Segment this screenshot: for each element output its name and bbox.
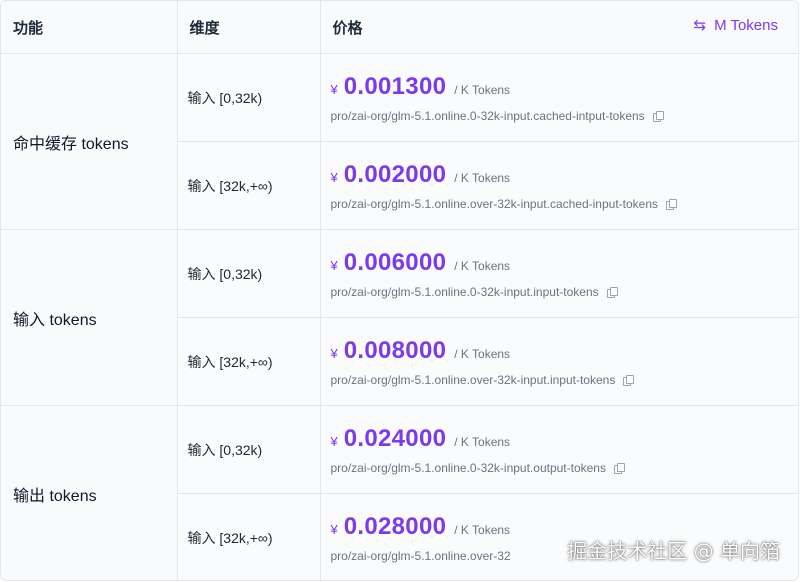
price-cell: ¥ 0.006000 / K Tokens pro/zai-org/glm-5.…: [320, 229, 798, 318]
table-header-row: 功能 维度 价格 ⇆ M Tokens: [1, 1, 798, 54]
dimension-cell: 输入 [0,32k): [177, 53, 321, 142]
currency-symbol: ¥: [330, 521, 338, 537]
dimension-cell: 输入 [32k,+∞): [177, 141, 321, 230]
feature-cell: 输入 tokens: [1, 229, 178, 406]
price-amount: 0.001300: [343, 72, 447, 100]
pricing-table: 功能 维度 价格 ⇆ M Tokens 命中缓存 tokens 输入 [0,32…: [1, 1, 798, 580]
price-cell: ¥ 0.008000 / K Tokens pro/zai-org/glm-5.…: [320, 317, 798, 406]
header-dimension: 维度: [177, 1, 321, 54]
dimension-cell: 输入 [32k,+∞): [177, 493, 321, 580]
pricing-table-container: 功能 维度 价格 ⇆ M Tokens 命中缓存 tokens 输入 [0,32…: [0, 0, 799, 581]
dimension-cell: 输入 [32k,+∞): [177, 317, 321, 406]
billing-path: pro/zai-org/glm-5.1.online.0-32k-input.o…: [330, 460, 606, 475]
copy-icon[interactable]: [652, 110, 664, 122]
price-cell: ¥ 0.001300 / K Tokens pro/zai-org/glm-5.…: [320, 53, 798, 142]
price-amount: 0.002000: [343, 160, 447, 188]
price-amount: 0.008000: [343, 336, 447, 364]
unit-toggle-button[interactable]: ⇆ M Tokens: [693, 16, 779, 35]
price-amount: 0.024000: [343, 424, 447, 452]
price-amount: 0.006000: [343, 248, 447, 276]
billing-path: pro/zai-org/glm-5.1.online.0-32k-input.c…: [330, 108, 645, 123]
copy-icon[interactable]: [606, 286, 618, 298]
watermark: 掘金技术社区 @ 单向箔: [567, 539, 780, 563]
feature-cell: 命中缓存 tokens: [1, 53, 178, 230]
billing-path: pro/zai-org/glm-5.1.online.over-32: [330, 548, 511, 563]
table-row: 命中缓存 tokens 输入 [0,32k) ¥ 0.001300 / K To…: [1, 53, 798, 230]
dimension-cell: 输入 [0,32k): [177, 229, 321, 318]
price-unit: / K Tokens: [454, 82, 511, 97]
header-price-label: 价格: [332, 19, 363, 37]
header-feature: 功能: [1, 1, 178, 54]
currency-symbol: ¥: [330, 81, 338, 97]
currency-symbol: ¥: [330, 345, 338, 361]
copy-icon[interactable]: [666, 198, 678, 210]
price-cell: ¥ 0.002000 / K Tokens pro/zai-org/glm-5.…: [320, 141, 798, 230]
copy-icon[interactable]: [623, 374, 635, 386]
table-row: 输入 tokens 输入 [0,32k) ¥ 0.006000 / K Toke…: [1, 229, 798, 406]
currency-symbol: ¥: [330, 257, 338, 273]
price-amount: 0.028000: [343, 512, 447, 540]
price-unit: / K Tokens: [454, 434, 511, 449]
copy-icon[interactable]: [613, 462, 625, 474]
feature-cell: 输出 tokens: [1, 405, 178, 580]
currency-symbol: ¥: [330, 433, 338, 449]
unit-toggle-label: M Tokens: [714, 16, 778, 34]
price-unit: / K Tokens: [454, 258, 511, 273]
price-unit: / K Tokens: [454, 346, 511, 361]
billing-path: pro/zai-org/glm-5.1.online.0-32k-input.i…: [330, 284, 599, 299]
price-unit: / K Tokens: [454, 170, 511, 185]
currency-symbol: ¥: [330, 169, 338, 185]
dimension-cell: 输入 [0,32k): [177, 405, 321, 494]
header-price: 价格 ⇆ M Tokens: [320, 1, 798, 54]
price-cell: ¥ 0.024000 / K Tokens pro/zai-org/glm-5.…: [320, 405, 798, 494]
billing-path: pro/zai-org/glm-5.1.online.over-32k-inpu…: [330, 372, 616, 387]
billing-path: pro/zai-org/glm-5.1.online.over-32k-inpu…: [330, 196, 659, 211]
table-row: 输出 tokens 输入 [0,32k) ¥ 0.024000 / K Toke…: [1, 405, 798, 580]
swap-arrows-icon: ⇆: [693, 17, 707, 34]
price-unit: / K Tokens: [454, 522, 511, 537]
